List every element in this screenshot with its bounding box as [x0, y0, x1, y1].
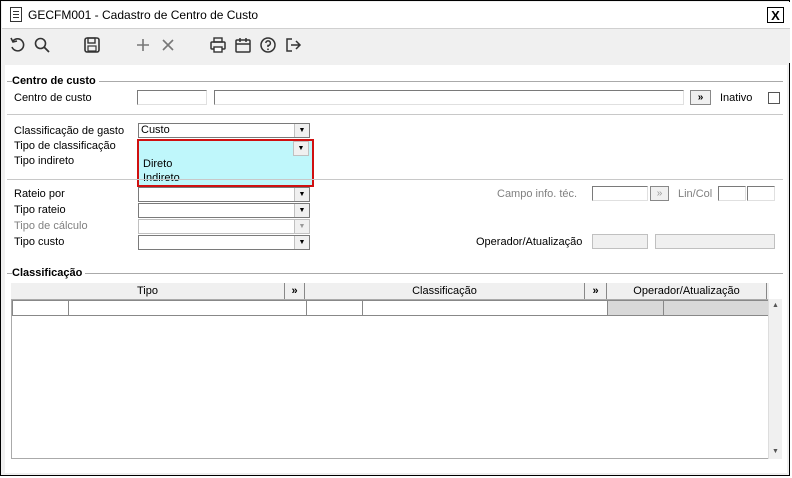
- undo-icon[interactable]: [8, 36, 28, 56]
- group-title-centro: Centro de custo: [12, 75, 99, 87]
- gasto-value: Custo: [141, 124, 170, 136]
- tipo-classif-label: Tipo de classificação: [14, 140, 116, 152]
- title-bar: GECFM001 - Cadastro de Centro de Custo X: [2, 2, 790, 29]
- search-icon[interactable]: [32, 36, 52, 56]
- col-tipo[interactable]: Tipo: [11, 283, 285, 299]
- col-tipo-lookup[interactable]: »: [285, 283, 305, 299]
- operador-input: [592, 234, 648, 249]
- divider-2: [7, 179, 783, 180]
- scroll-up-icon[interactable]: ▲: [769, 299, 782, 312]
- chevron-down-icon: ▼: [294, 204, 309, 217]
- add-icon[interactable]: [133, 36, 153, 56]
- scroll-down-icon[interactable]: ▼: [769, 445, 782, 458]
- tipo-rateio-select[interactable]: ▼: [138, 203, 310, 218]
- operador-label: Operador/Atualização: [476, 236, 583, 248]
- inativo-checkbox[interactable]: [768, 92, 780, 104]
- exit-icon[interactable]: [283, 36, 303, 56]
- toolbar: [2, 29, 790, 63]
- app-window: GECFM001 - Cadastro de Centro de Custo X: [0, 0, 790, 476]
- campo-info-button[interactable]: »: [650, 186, 669, 201]
- chevron-down-icon: ▼: [294, 220, 309, 233]
- col-classificacao-lookup[interactable]: »: [585, 283, 607, 299]
- lincol-label: Lin/Col: [678, 188, 713, 200]
- tipo-custo-label: Tipo custo: [14, 236, 65, 248]
- inativo-label: Inativo: [720, 92, 753, 104]
- tipo-indireto-label: Tipo indireto: [14, 155, 75, 167]
- calendar-icon[interactable]: [233, 36, 253, 56]
- rateio-por-label: Rateio por: [14, 188, 65, 200]
- print-icon[interactable]: [208, 36, 228, 56]
- centro-lookup-button[interactable]: »: [690, 90, 711, 105]
- help-icon[interactable]: [258, 36, 278, 56]
- centro-code-input[interactable]: [137, 90, 207, 105]
- group2-border-top: [7, 273, 783, 274]
- centro-desc-input[interactable]: [214, 90, 684, 105]
- delete-icon[interactable]: [158, 36, 178, 56]
- group-title-classificacao: Classificação: [12, 267, 86, 279]
- rateio-por-select[interactable]: ▼: [138, 187, 310, 202]
- document-icon: [10, 7, 22, 22]
- lin-input[interactable]: [718, 186, 746, 201]
- chevron-down-icon: ▼: [294, 236, 309, 249]
- grid-cell-classif-desc[interactable]: [362, 300, 608, 316]
- col-operador[interactable]: Operador/Atualização: [607, 283, 767, 299]
- grid-cell-classif-code[interactable]: [306, 300, 363, 316]
- close-button[interactable]: X: [767, 7, 784, 23]
- tipo-custo-select[interactable]: ▼: [138, 235, 310, 250]
- gasto-label: Classificação de gasto: [14, 125, 125, 137]
- group-border-top: [7, 81, 783, 82]
- col-input[interactable]: [747, 186, 775, 201]
- atualizacao-input: [655, 234, 775, 249]
- col-classificacao[interactable]: Classificação: [305, 283, 585, 299]
- grid-scrollbar[interactable]: ▲ ▼: [768, 299, 782, 459]
- campo-info-input[interactable]: [592, 186, 648, 201]
- gasto-select[interactable]: Custo ▼: [138, 123, 310, 138]
- grid-cell-tipo-desc[interactable]: [68, 300, 307, 316]
- chevron-down-icon: ▼: [294, 124, 309, 137]
- centro-label: Centro de custo: [14, 92, 92, 104]
- grid-cell-atualizacao: [663, 300, 769, 316]
- campo-info-label: Campo info. téc.: [497, 188, 578, 200]
- grid-cell-operador: [607, 300, 664, 316]
- grid-header: Tipo » Classificação » Operador/Atualiza…: [11, 283, 769, 300]
- chevron-down-icon: ▼: [294, 188, 309, 201]
- tipo-rateio-label: Tipo rateio: [14, 204, 66, 216]
- window-title: GECFM001 - Cadastro de Centro de Custo: [28, 8, 259, 22]
- tipo-calculo-label: Tipo de cálculo: [14, 220, 88, 232]
- grid-cell-tipo-code[interactable]: [12, 300, 69, 316]
- save-icon[interactable]: [82, 36, 102, 56]
- classificacao-grid: [11, 299, 769, 459]
- tipo-calculo-select[interactable]: ▼: [138, 219, 310, 234]
- divider-1: [7, 114, 783, 115]
